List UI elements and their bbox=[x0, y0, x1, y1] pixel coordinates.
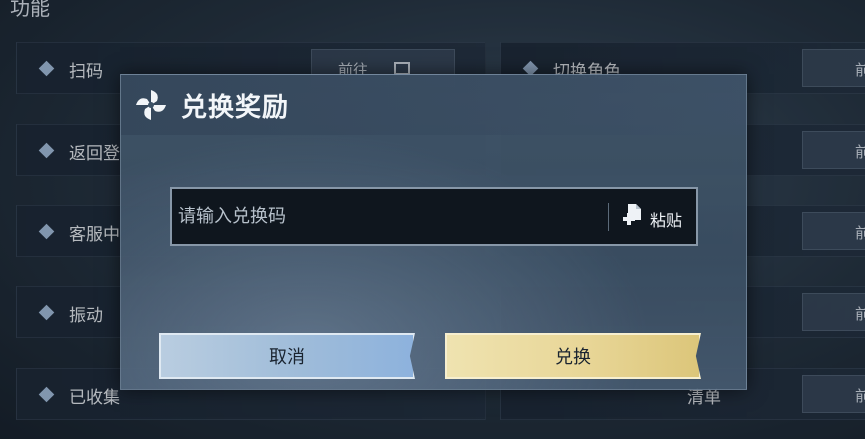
input-divider bbox=[608, 203, 609, 231]
dialog-title: 兑换奖励 bbox=[181, 93, 290, 123]
exchange-button[interactable]: 兑换 bbox=[445, 333, 701, 379]
paste-label: 粘贴 bbox=[650, 211, 683, 230]
paste-icon bbox=[623, 204, 641, 225]
dialog-header: 兑换奖励 bbox=[121, 75, 746, 135]
redeem-code-field: 粘贴 bbox=[170, 187, 698, 246]
redeem-dialog: 兑换奖励 粘贴 取消 兑换 bbox=[120, 74, 747, 390]
cancel-button[interactable]: 取消 bbox=[159, 333, 415, 379]
pinwheel-icon bbox=[136, 90, 166, 120]
paste-button[interactable]: 粘贴 bbox=[620, 199, 696, 235]
redeem-code-input[interactable] bbox=[178, 189, 598, 244]
